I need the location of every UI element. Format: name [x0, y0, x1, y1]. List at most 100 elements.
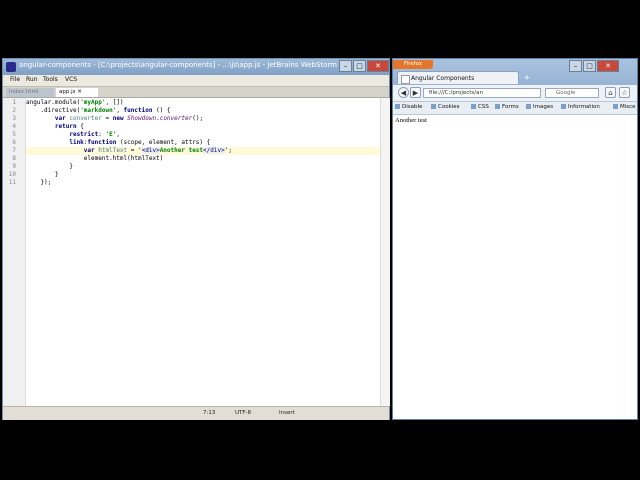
code-token: return	[26, 123, 77, 130]
tab-title: Angular Components	[411, 75, 475, 82]
home-icon[interactable]: ⌂	[605, 87, 616, 98]
tab-app-js[interactable]: app.js ✕	[56, 88, 98, 97]
code-token: <div>	[141, 147, 160, 154]
toolbar-item-forms[interactable]: Forms	[495, 104, 519, 110]
code-line: element.html(htmlText)	[26, 155, 163, 163]
maximize-button[interactable]: □	[583, 60, 596, 72]
tab-index-html[interactable]: index.html	[6, 88, 54, 97]
code-editor[interactable]: angular.module('myApp', []) .directive('…	[26, 98, 381, 406]
line-number: 3	[12, 115, 16, 122]
code-line: }	[26, 163, 73, 171]
code-line: var converter = new Showdown.converter()…	[26, 115, 203, 123]
code-token: {	[76, 123, 84, 130]
bookmarks-icon[interactable]: ☆	[619, 87, 630, 98]
menu-tools[interactable]: Tools	[43, 76, 58, 83]
code-token: ;	[228, 147, 232, 154]
toolbar-item-information[interactable]: Information	[561, 104, 600, 110]
caret-position: 7:13	[203, 410, 216, 416]
toolbar-item-disable[interactable]: Disable	[395, 104, 422, 110]
close-button[interactable]: ✕	[597, 60, 619, 72]
menu-run[interactable]: Run	[26, 76, 38, 83]
line-number: 8	[12, 155, 16, 162]
firefox-window: Firefox – □ ✕ Angular Components + ◀ ▶ f…	[392, 58, 638, 420]
tab-label: app.js	[59, 89, 76, 95]
menu-vcs[interactable]: VCS	[65, 76, 77, 83]
code-token: ,	[116, 131, 120, 138]
line-number: 1	[12, 99, 16, 106]
code-token: Another test	[159, 147, 204, 154]
code-line-current: var htmlText = '<div>Another test</div>'…	[26, 147, 381, 155]
code-line: link:function (scope, element, attrs) {	[26, 139, 210, 147]
minimize-button[interactable]: –	[569, 60, 582, 72]
search-input[interactable]: Google	[545, 88, 599, 98]
code-token: htmlText	[94, 147, 128, 154]
code-token: ,	[116, 107, 124, 114]
code-token: </div>	[203, 147, 225, 154]
search-placeholder: Google	[556, 90, 576, 96]
code-token: =	[127, 147, 138, 154]
code-token: Showdown	[123, 115, 157, 122]
code-token: , [])	[105, 99, 124, 106]
error-stripe	[380, 98, 390, 406]
file-encoding[interactable]: UTF-8	[235, 410, 251, 416]
code-token: converter	[65, 115, 102, 122]
new-tab-button[interactable]: +	[521, 72, 533, 83]
line-number: 7	[12, 147, 16, 154]
code-token: restrict	[26, 131, 99, 138]
line-number: 5	[12, 131, 16, 138]
ide-title-bar: angular-components - [C:\projects\angula…	[3, 59, 389, 75]
navigation-bar: ◀ ▶ file:///C:/projects/an Google ⌂ ☆	[393, 85, 637, 102]
close-tab-icon[interactable]: ✕	[77, 89, 82, 95]
code-token: new	[112, 115, 124, 122]
code-token: var	[26, 115, 66, 122]
code-line: .directive('markdown', function () {	[26, 107, 171, 115]
browser-tab[interactable]: Angular Components	[397, 71, 519, 84]
close-button[interactable]: ✕	[367, 60, 389, 72]
ide-window-title: angular-components - [C:\projects\angula…	[19, 61, 358, 69]
url-bar[interactable]: file:///C:/projects/an	[423, 88, 541, 98]
back-button[interactable]: ◀	[398, 87, 409, 98]
code-token: converter	[159, 115, 193, 122]
code-token: });	[26, 179, 52, 186]
ide-menu-bar: File Run Tools VCS	[3, 75, 389, 87]
code-token: () {	[152, 107, 171, 114]
firefox-menu-button[interactable]: Firefox	[393, 60, 433, 69]
line-number: 4	[12, 123, 16, 130]
code-token: function	[87, 139, 117, 146]
toolbar-item-cookies[interactable]: Cookies	[431, 104, 460, 110]
code-line: restrict: 'E',	[26, 131, 120, 139]
code-token: var	[26, 147, 95, 154]
code-line: angular.module('myApp', [])	[26, 99, 124, 107]
code-token: (scope, element, attrs) {	[116, 139, 211, 146]
url-text: file:///C:/projects/an	[429, 90, 483, 96]
tab-label: index.html	[9, 89, 39, 95]
page-favicon-icon	[401, 75, 410, 84]
webstorm-window: angular-components - [C:\projects\angula…	[2, 58, 390, 420]
code-token: function	[123, 107, 153, 114]
minimize-button[interactable]: –	[339, 60, 352, 72]
toolbar-item-misc[interactable]: Misce	[613, 104, 636, 110]
menu-file[interactable]: File	[10, 76, 20, 83]
code-token: =	[101, 115, 113, 122]
toolbar-item-images[interactable]: Images	[526, 104, 553, 110]
code-line: return {	[26, 123, 84, 131]
code-token: ();	[192, 115, 204, 122]
toolbar-item-css[interactable]: CSS	[471, 104, 489, 110]
line-number: 11	[8, 179, 16, 186]
page-text: Another test	[395, 117, 427, 124]
code-token: 'myApp'	[80, 99, 106, 106]
line-number: 9	[12, 163, 16, 170]
maximize-button[interactable]: □	[353, 60, 366, 72]
code-line: }	[26, 171, 59, 179]
editor-tab-bar: index.html app.js ✕	[3, 87, 389, 98]
ide-status-bar: 7:13 UTF-8 Insert	[3, 406, 389, 420]
insert-mode: Insert	[279, 410, 295, 416]
code-token: element.html(htmlText)	[26, 155, 164, 162]
line-number-gutter: 1 2 3 4 5 6 7 8 9 10 11	[3, 98, 26, 406]
code-token: .directive(	[26, 107, 81, 114]
code-token: angular.module(	[26, 99, 81, 106]
page-content: Another test	[393, 115, 637, 419]
line-number: 6	[12, 139, 16, 146]
forward-button[interactable]: ▶	[410, 87, 421, 98]
code-token: link	[26, 139, 84, 146]
